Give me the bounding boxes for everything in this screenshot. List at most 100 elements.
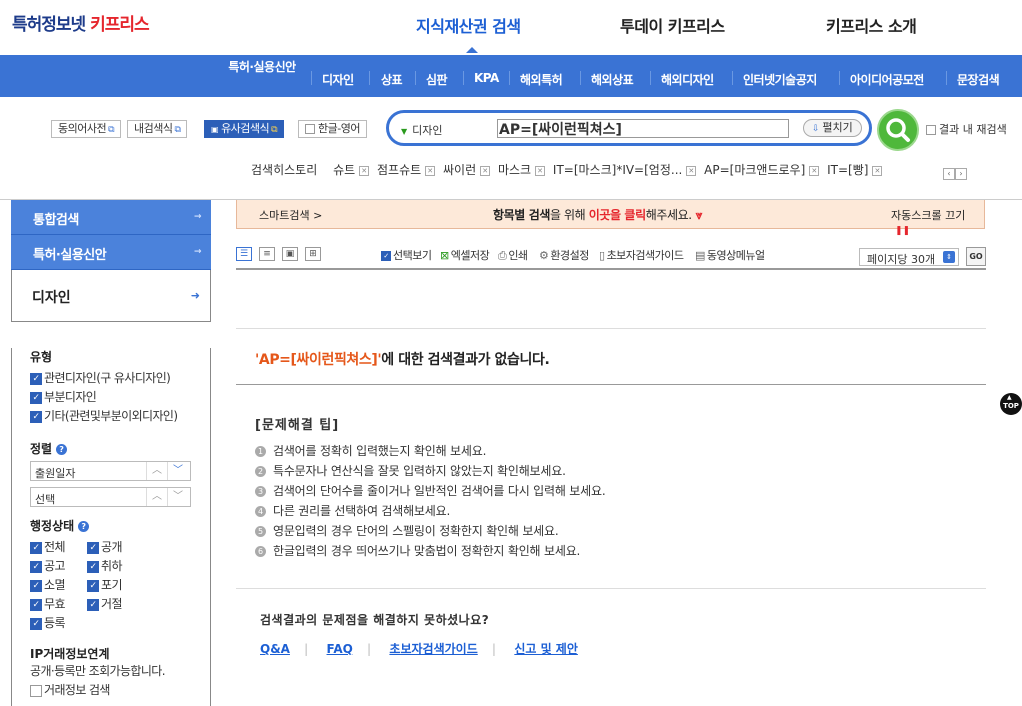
smart-search-link[interactable]: 스마트검색 > [259, 207, 322, 223]
excel-save-tool[interactable]: ⊠ 엑셀저장 [440, 247, 490, 263]
beginner-guide-tool[interactable]: ▯ 초보자검색가이드 [599, 247, 684, 263]
status-checkbox[interactable]: ✓ 전체 [30, 538, 87, 557]
my-query-label: 내검색식 [134, 122, 173, 135]
no-result-message: 'AP=[싸이런픽쳐스]'에 대한 검색결과가 없습니다. [255, 349, 550, 369]
ip-trade-checkbox[interactable]: 거래정보 검색 [30, 681, 210, 700]
nav-design[interactable]: 디자인 [322, 71, 354, 88]
status-checkbox[interactable]: ✓ 등록 [30, 614, 87, 633]
site-logo[interactable]: 특허정보넷 키프리스 [12, 10, 150, 35]
nav-foreign-patent[interactable]: 해외특허 [520, 71, 563, 88]
auto-scroll-toggle[interactable]: 자동스크롤 끄기 ❚❚ [891, 207, 984, 236]
view-detail-icon[interactable]: ☰ [236, 247, 252, 261]
sidebar-item-integrated[interactable]: 통합검색 → [11, 200, 211, 235]
sidebar-item-design[interactable]: 디자인 ➜ [11, 270, 211, 322]
history-item[interactable]: IT=[마스크]*IV=[엄정... [553, 163, 682, 177]
view-list-icon[interactable]: ≡ [259, 247, 275, 261]
checkbox-label: 거래정보 검색 [44, 683, 110, 697]
help-icon[interactable]: ? [78, 521, 90, 532]
status-checkbox[interactable]: ✓ 공개 [87, 538, 144, 557]
nav-trial[interactable]: 심판 [426, 71, 448, 88]
sidebar-item-patent[interactable]: 특허·실용신안 → [11, 235, 211, 270]
history-item[interactable]: 마스크 [498, 163, 531, 177]
history-item[interactable]: 슈트 [333, 163, 355, 177]
settings-tool[interactable]: ⚙ 환경설정 [539, 247, 589, 263]
chevron-up-icon[interactable]: ︿ [146, 488, 167, 506]
sort-value: 출원일자 [35, 467, 76, 480]
type-partial-checkbox[interactable]: ✓ 부분디자인 [30, 388, 210, 407]
search-category-select[interactable]: 디자인 [401, 122, 442, 138]
chevron-down-icon[interactable]: ﹀ [167, 488, 188, 506]
faq-link[interactable]: FAQ [327, 642, 353, 656]
checkbox-label: 부분디자인 [44, 390, 97, 404]
nav-sentence-search[interactable]: 문장검색 [957, 71, 1000, 88]
sidebar-item-label: 통합검색 [33, 213, 79, 228]
status-checkbox[interactable]: ✓ 포기 [87, 576, 144, 595]
close-icon[interactable]: ✕ [480, 165, 491, 176]
per-page-select[interactable]: 페이지당 30개 ⇕ [859, 248, 959, 266]
select-view-tool[interactable]: ✓ 선택보기 [381, 247, 432, 263]
status-title: 행정상태? [30, 517, 210, 534]
go-button[interactable]: GO [966, 247, 986, 266]
sort-select-1[interactable]: 출원일자 ︿ ﹀ [30, 461, 191, 481]
tab-about-kipris[interactable]: 키프리스 소개 [826, 13, 917, 37]
chevron-right-icon[interactable]: › [955, 168, 967, 180]
nav-idea-contest[interactable]: 아이디어공모전 [850, 71, 924, 88]
qna-link[interactable]: Q&A [260, 642, 290, 656]
close-icon[interactable]: ✕ [686, 165, 697, 176]
close-icon[interactable]: ✕ [809, 165, 820, 176]
close-icon[interactable]: ✕ [359, 165, 370, 176]
status-checkbox[interactable]: ✓ 거절 [87, 595, 144, 614]
sort-value: 선택 [35, 493, 56, 506]
nav-foreign-trademark[interactable]: 해외상표 [591, 71, 634, 88]
tab-ip-search[interactable]: 지식재산권 검색 [416, 13, 521, 53]
nav-trademark[interactable]: 상표 [381, 71, 403, 88]
check-icon: ✓ [30, 410, 42, 423]
history-item[interactable]: IT=[빵] [827, 163, 868, 177]
chevron-left-icon[interactable]: ‹ [943, 168, 955, 180]
nav-patent[interactable]: 특허·실용신안 [228, 61, 296, 74]
video-manual-tool[interactable]: ▤ 동영상메뉴얼 [695, 247, 765, 263]
status-checkbox[interactable]: ✓ 무효 [30, 595, 87, 614]
smart-search-bar[interactable]: 스마트검색 > 항목별 검색을 위해 이곳을 클릭해주세요. ⩔ 자동스크롤 끄기… [236, 200, 985, 236]
report-suggest-link[interactable]: 신고 및 제안 [514, 642, 578, 656]
my-query-button[interactable]: 내검색식 ⧉ [127, 120, 188, 138]
print-tool[interactable]: ⎙ 인쇄 [498, 247, 528, 263]
ip-description: 공개·등록만 조회가능합니다. [30, 664, 166, 678]
arrow-icon: ⧉ [108, 125, 115, 135]
number-icon: 6 [255, 546, 266, 557]
smart-click-here-link[interactable]: 이곳을 클릭 [589, 208, 646, 222]
status-checkbox[interactable]: ✓ 소멸 [30, 576, 87, 595]
close-icon[interactable]: ✕ [872, 165, 883, 176]
status-checkbox[interactable]: ✓ 취하 [87, 557, 144, 576]
close-icon[interactable]: ✕ [535, 165, 546, 176]
view-image-icon[interactable]: ▣ [282, 247, 298, 261]
kor-eng-toggle[interactable]: 한글-영어 [298, 120, 367, 138]
search-button[interactable] [877, 109, 919, 151]
scroll-top-button[interactable]: TOP [1000, 385, 1022, 415]
tab-today-kipris[interactable]: 투데이 키프리스 [620, 13, 725, 37]
type-related-checkbox[interactable]: ✓ 관련디자인(구 유사디자인) [30, 369, 210, 388]
view-grid-icon[interactable]: ⊞ [305, 247, 321, 261]
synonym-dict-button[interactable]: 동의어사전 ⧉ [51, 120, 122, 138]
type-other-checkbox[interactable]: ✓ 기타(관련및부분이외디자인) [30, 407, 210, 426]
history-pager: ‹ › [943, 161, 967, 180]
sort-select-2[interactable]: 선택 ︿ ﹀ [30, 487, 191, 507]
close-icon[interactable]: ✕ [425, 165, 436, 176]
nav-kpa[interactable]: KPA [474, 71, 499, 85]
nav-foreign-design[interactable]: 해외디자인 [661, 71, 714, 88]
search-input[interactable] [497, 119, 789, 138]
status-checkbox[interactable]: ✓ 공고 [30, 557, 87, 576]
expand-button[interactable]: ⇩ 펼치기 [803, 119, 862, 137]
chevron-down-icon[interactable]: ﹀ [167, 462, 188, 480]
nav-tech-disclosure[interactable]: 인터넷기술공지 [743, 71, 817, 88]
beginner-guide-link[interactable]: 초보자검색가이드 [389, 642, 477, 656]
history-item[interactable]: AP=[마크앤드로우] [704, 163, 805, 177]
chevron-up-icon[interactable]: ︿ [146, 462, 167, 480]
history-item[interactable]: 싸이런 [443, 163, 476, 177]
history-item[interactable]: 점프슈트 [377, 163, 421, 177]
similar-query-button[interactable]: ▣ 유사검색식 ⧉ [204, 120, 285, 138]
checkbox-icon [30, 684, 42, 697]
video-icon: ▤ [695, 249, 705, 262]
search-within-results[interactable]: 결과 내 재검색 [926, 121, 1007, 137]
help-icon[interactable]: ? [56, 444, 68, 455]
